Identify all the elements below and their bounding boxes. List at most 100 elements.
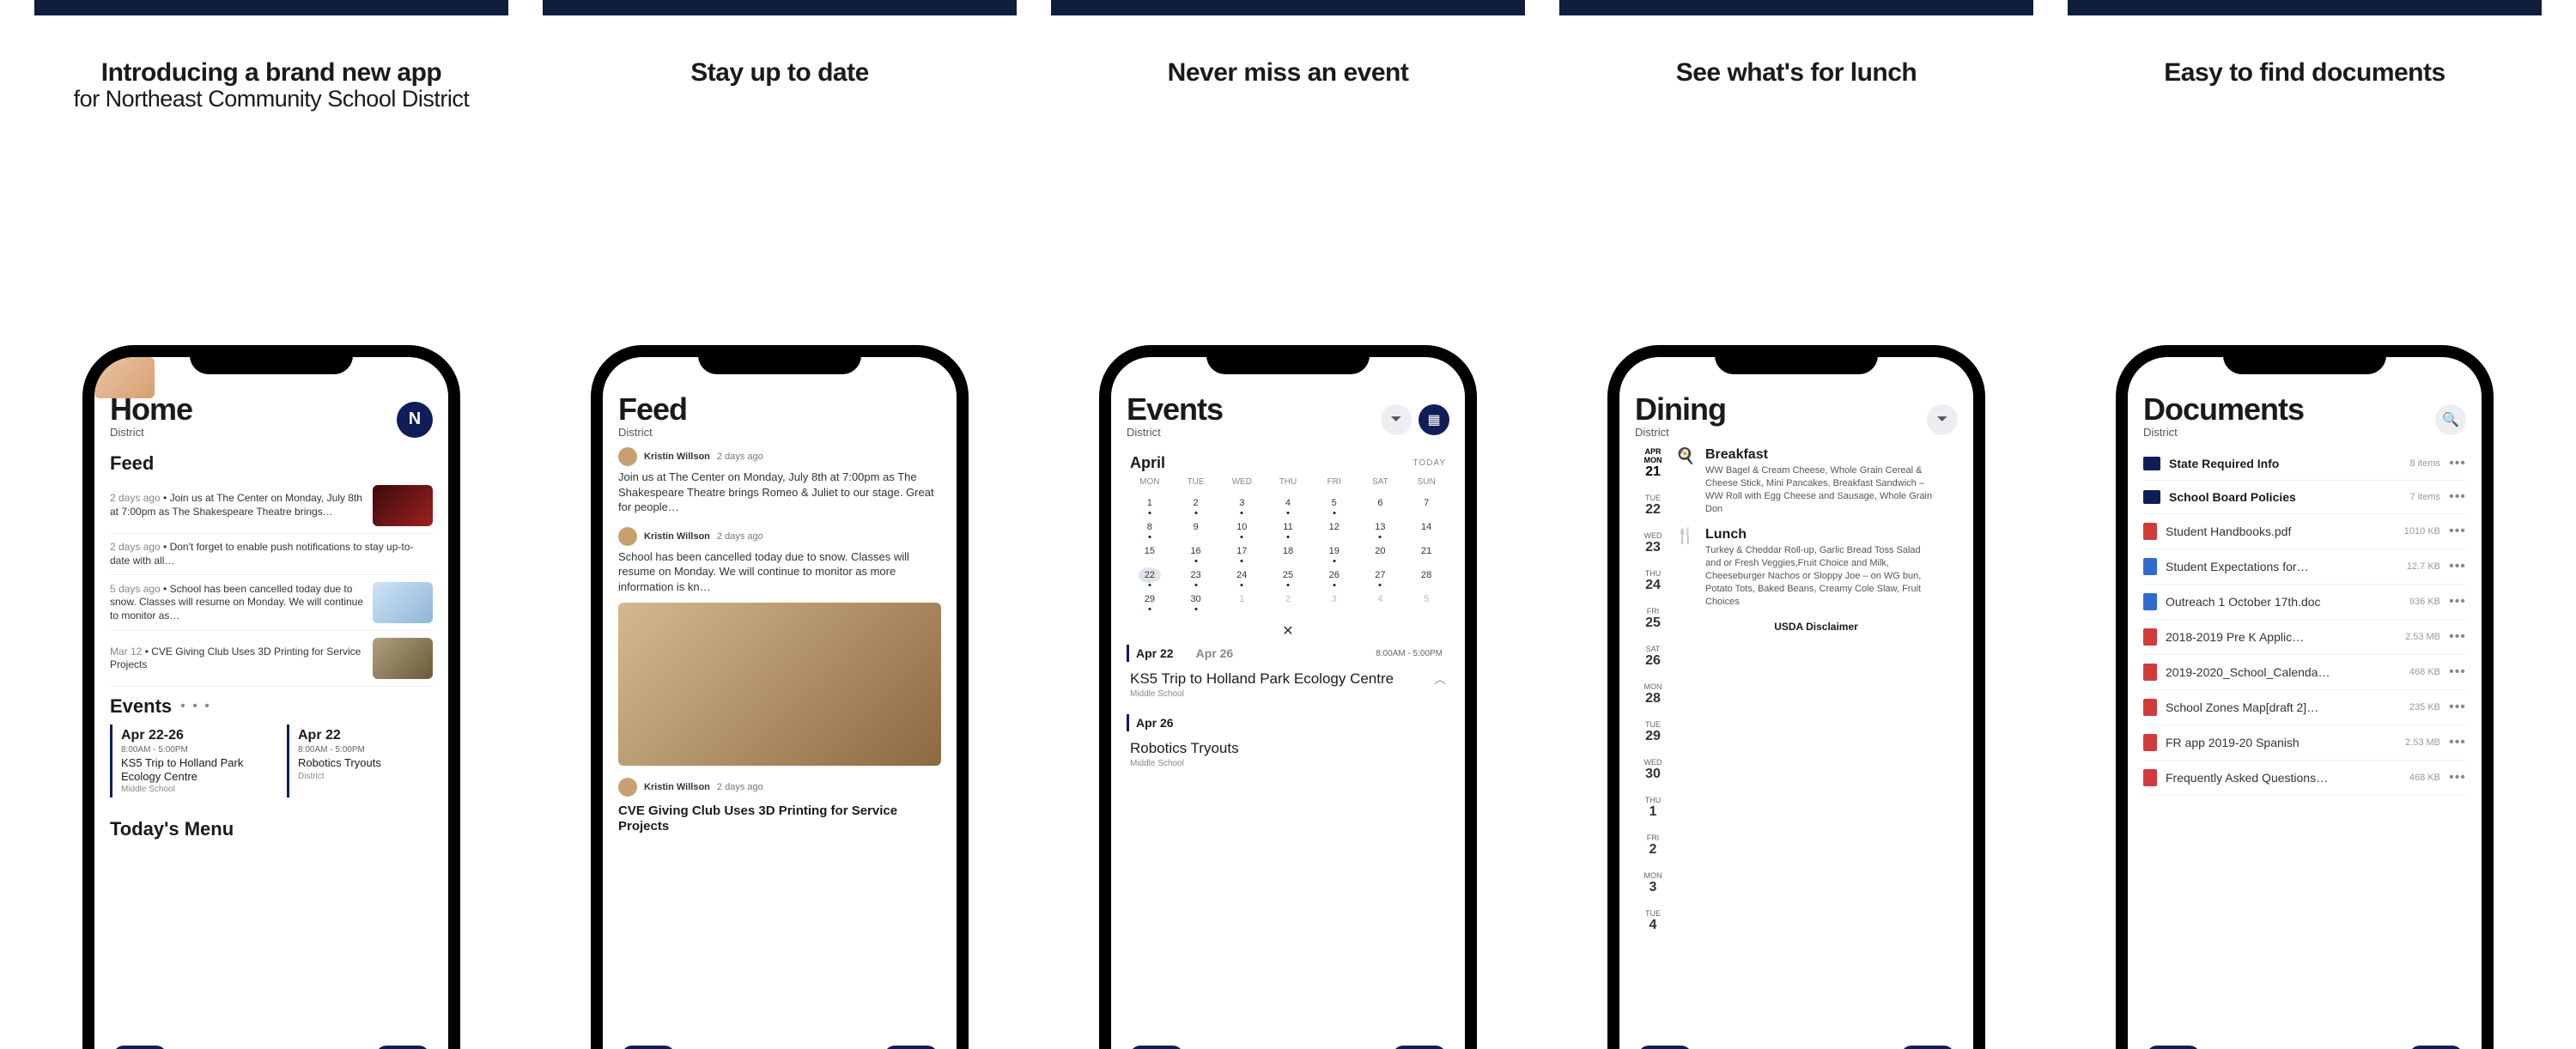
calendar-day[interactable]: 11	[1265, 519, 1311, 535]
more-icon[interactable]: •••	[2449, 489, 2466, 505]
calendar-day[interactable]: 1	[1218, 591, 1265, 607]
calendar-dow: SAT	[1358, 477, 1404, 487]
dining-day[interactable]: TUE4	[1635, 909, 1671, 933]
calendar-day[interactable]: 29	[1127, 591, 1173, 607]
calendar-day[interactable]: 4	[1358, 591, 1404, 607]
file-row[interactable]: FR app 2019-20 Spanish2.53 MB•••	[2143, 725, 2466, 761]
feed-post[interactable]: Kristin Willson 2 days ago CVE Giving Cl…	[618, 778, 941, 834]
menu-button[interactable]: ≡Menu	[2147, 1046, 2200, 1049]
calendar-day[interactable]: 3	[1311, 591, 1358, 607]
calendar-day[interactable]: 5	[1403, 591, 1449, 607]
calendar-day[interactable]: 23	[1173, 567, 1219, 583]
calendar-day[interactable]: 20	[1358, 543, 1404, 559]
more-icon[interactable]: •••	[2449, 524, 2466, 539]
file-row[interactable]: Student Expectations for…12.7 KB•••	[2143, 549, 2466, 585]
more-icon[interactable]: •••	[2449, 594, 2466, 609]
schools-button[interactable]: 🏛Schools	[1901, 1046, 1954, 1049]
file-row[interactable]: 2018-2019 Pre K Applic…2.53 MB•••	[2143, 620, 2466, 655]
menu-button[interactable]: ≡Menu	[1638, 1046, 1692, 1049]
feed-post[interactable]: Kristin Willson 2 days ago Join us at Th…	[618, 447, 941, 515]
schools-button[interactable]: 🏛Schools	[2409, 1046, 2463, 1049]
calendar-day[interactable]: 25	[1265, 567, 1311, 583]
file-row[interactable]: Student Handbooks.pdf1010 KB•••	[2143, 514, 2466, 549]
dining-day[interactable]: FRI25	[1635, 607, 1671, 631]
menu-button[interactable]: ≡Menu	[622, 1046, 675, 1049]
feed-item[interactable]: 2 days ago • Join us at The Center on Mo…	[110, 478, 433, 534]
calendar-day[interactable]: 2	[1265, 591, 1311, 607]
calendar-day[interactable]: 2	[1173, 495, 1219, 511]
calendar-day[interactable]: 16	[1173, 543, 1219, 559]
feed-item[interactable]: 5 days ago • School has been cancelled t…	[110, 575, 433, 631]
file-row[interactable]: 2019-2020_School_Calenda…468 KB•••	[2143, 655, 2466, 690]
calendar-day[interactable]: 1	[1127, 495, 1173, 511]
feed-post[interactable]: Kristin Willson 2 days ago School has be…	[618, 527, 941, 767]
calendar-day[interactable]: 7	[1403, 495, 1449, 511]
collapse-calendar-button[interactable]: ✕	[1127, 622, 1449, 640]
calendar-day[interactable]: 22	[1139, 567, 1161, 583]
dining-day[interactable]: TUE29	[1635, 720, 1671, 744]
calendar-day[interactable]: 24	[1218, 567, 1265, 583]
calendar-day[interactable]: 8	[1127, 519, 1173, 535]
schools-button[interactable]: 🏛Schools	[1393, 1046, 1446, 1049]
dining-day[interactable]: MON28	[1635, 682, 1671, 706]
dining-day[interactable]: SAT26	[1635, 645, 1671, 669]
calendar-day[interactable]: 28	[1403, 567, 1449, 583]
more-icon[interactable]: •••	[2449, 700, 2466, 715]
dining-day[interactable]: THU24	[1635, 569, 1671, 593]
calendar-day[interactable]: 14	[1403, 519, 1449, 535]
calendar-day[interactable]: 9	[1173, 519, 1219, 535]
calendar-day[interactable]: 26	[1311, 567, 1358, 583]
menu-button[interactable]: ≡Menu	[1130, 1046, 1183, 1049]
event-row[interactable]: Robotics Tryouts	[1127, 731, 1449, 759]
more-icon[interactable]: •••	[2449, 664, 2466, 680]
calendar-day[interactable]: 27	[1358, 567, 1404, 583]
calendar-day[interactable]: 19	[1311, 543, 1358, 559]
today-button[interactable]: TODAY	[1413, 458, 1446, 468]
dining-day[interactable]: TUE22	[1635, 494, 1671, 518]
calendar-day[interactable]: 17	[1218, 543, 1265, 559]
dining-day[interactable]: WED23	[1635, 531, 1671, 555]
usda-disclaimer[interactable]: USDA Disclaimer	[1674, 621, 1958, 633]
filter-button[interactable]: ⏷	[1381, 404, 1412, 435]
more-icon[interactable]: •••	[2449, 456, 2466, 471]
calendar-day[interactable]: 12	[1311, 519, 1358, 535]
dining-day[interactable]: APR MON21	[1635, 447, 1671, 480]
more-icon[interactable]: •••	[2449, 629, 2466, 645]
schools-button[interactable]: 🏛 Schools	[376, 1046, 429, 1049]
event-row[interactable]: KS5 Trip to Holland Park Ecology Centre …	[1127, 662, 1449, 689]
calendar-day[interactable]: 10	[1218, 519, 1265, 535]
calendar-day[interactable]: 13	[1358, 519, 1404, 535]
folder-row[interactable]: State Required Info8 items•••	[2143, 447, 2466, 481]
folder-row[interactable]: School Board Policies7 items•••	[2143, 481, 2466, 514]
calendar-day[interactable]: 6	[1358, 495, 1404, 511]
dining-day[interactable]: FRI2	[1635, 834, 1671, 858]
feed-item[interactable]: Mar 12 • CVE Giving Club Uses 3D Printin…	[110, 631, 433, 687]
filter-button[interactable]: ⏷	[1927, 404, 1958, 435]
menu-button[interactable]: ≡ Menu	[113, 1046, 167, 1049]
search-button[interactable]: 🔍	[2435, 404, 2466, 435]
dining-day[interactable]: MON3	[1635, 871, 1671, 895]
dining-day[interactable]: THU1	[1635, 796, 1671, 820]
school-logo-badge[interactable]: N	[397, 402, 433, 438]
event-tag: Middle School	[121, 785, 270, 794]
calendar-day[interactable]: 5	[1311, 495, 1358, 511]
calendar-day[interactable]: 21	[1403, 543, 1449, 559]
calendar-day[interactable]: 30	[1173, 591, 1219, 607]
dining-day[interactable]: WED30	[1635, 758, 1671, 782]
more-icon[interactable]: •••	[2449, 559, 2466, 574]
calendar-day[interactable]: 4	[1265, 495, 1311, 511]
event-card[interactable]: Apr 22 8:00AM - 5:00PM Robotics Tryouts …	[287, 725, 433, 797]
schools-button[interactable]: 🏛Schools	[884, 1046, 938, 1049]
calendar-day[interactable]: 18	[1265, 543, 1311, 559]
more-icon[interactable]: •••	[2449, 770, 2466, 785]
calendar-view-button[interactable]: ▦	[1419, 404, 1449, 435]
more-icon[interactable]: •••	[2449, 735, 2466, 750]
feed-item[interactable]: 2 days ago • Don't forget to enable push…	[110, 534, 433, 575]
calendar-day[interactable]: 3	[1218, 495, 1265, 511]
file-row[interactable]: Frequently Asked Questions…468 KB•••	[2143, 761, 2466, 796]
file-row[interactable]: School Zones Map[draft 2]…235 KB•••	[2143, 690, 2466, 725]
calendar-day[interactable]: 15	[1127, 543, 1173, 559]
event-card[interactable]: Apr 22-26 8:00AM - 5:00PM KS5 Trip to Ho…	[110, 725, 278, 797]
file-name: 2019-2020_School_Calenda…	[2166, 665, 2401, 679]
file-row[interactable]: Outreach 1 October 17th.doc936 KB•••	[2143, 585, 2466, 620]
